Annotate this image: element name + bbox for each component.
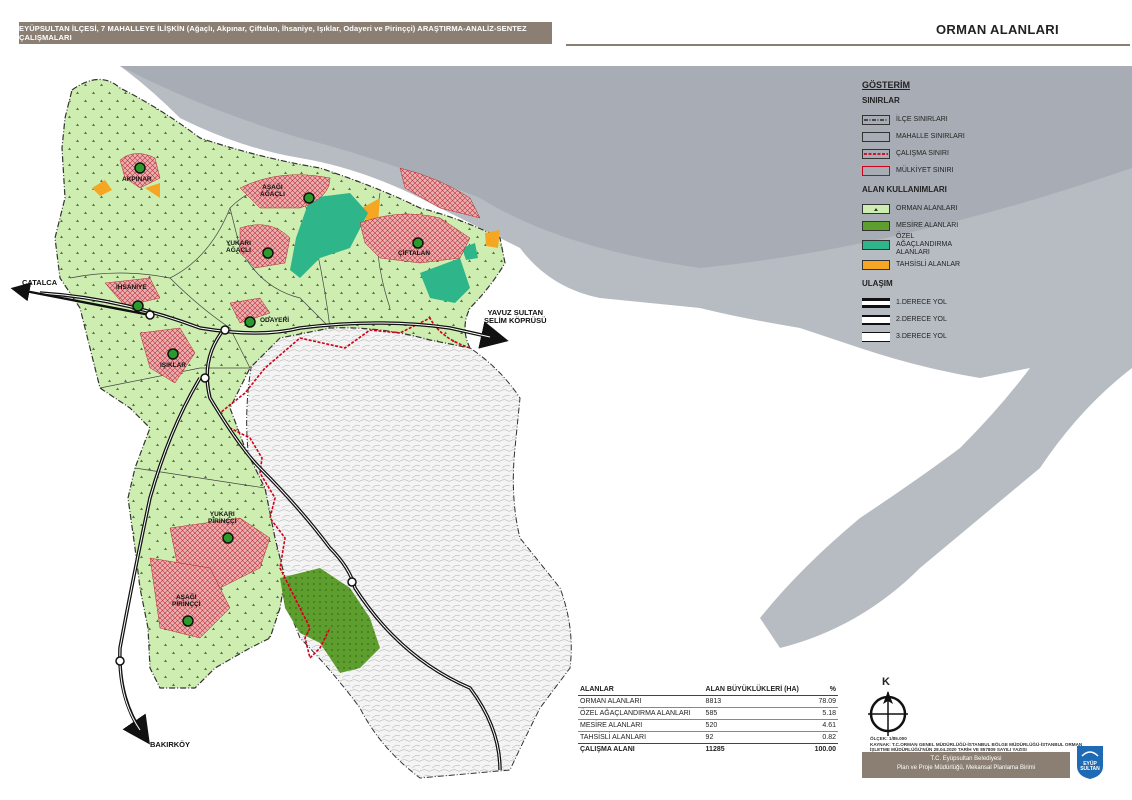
legend-item-road1: 1.DERECE YOL (862, 294, 1062, 311)
stats-header-row: ALANLAR ALAN BÜYÜKLÜKLERİ (HA) % (578, 684, 838, 696)
stats-header-area: ALANLAR (578, 684, 704, 696)
legend-item-property: MÜLKİYET SINIRI (862, 162, 1062, 179)
map-title: ORMAN ALANLARI (936, 22, 1059, 37)
legend-item-district: İLÇE SINIRLARI (862, 111, 1062, 128)
label-akpinar: AKPINAR (122, 176, 152, 183)
allocated-swatch (862, 259, 890, 270)
legend: GÖSTERİM SINIRLAR İLÇE SINIRLARI MAHALLE… (862, 80, 1062, 345)
district-boundary-swatch (862, 114, 890, 125)
stats-row: ÖZEL AĞAÇLANDIRMA ALANLARI 585 5.18 (578, 707, 838, 720)
label-odayeri: ODAYERİ (260, 317, 290, 324)
legend-heading-transport: ULAŞIM (862, 279, 893, 288)
afforestation-swatch (862, 240, 890, 250)
logo-text: EYÜP SULTAN (1080, 761, 1100, 772)
source-note: ÖLÇEK: 1/85.000 KAYNAK: T.C.ORMAN GENEL … (870, 736, 1100, 753)
road2-swatch (862, 314, 890, 325)
footer-line2: Plan ve Proje Müdürlüğü, Mekansal Planla… (896, 765, 1036, 771)
recreation-swatch (862, 220, 890, 231)
compass-icon (868, 691, 908, 736)
label-yavuz-sultan: YAVUZ SULTAN SELİM KÖPRÜSÜ (484, 308, 547, 325)
legend-item-neighborhood: MAHALLE SINIRLARI (862, 128, 1062, 145)
stats-header-pct: % (810, 684, 838, 696)
north-arrow: K (866, 676, 910, 736)
footer-band: T.C. Eyüpsultan Belediyesi Plan ve Proje… (862, 752, 1070, 778)
label-catalca: ÇATALCA (22, 278, 58, 287)
label-ciftalan: ÇİFTALAN (398, 250, 431, 257)
source-text: KAYNAK: T.C.ORMAN GENEL MÜDÜRLÜĞÜ-İSTANB… (870, 741, 1083, 753)
legend-title: GÖSTERİM (862, 80, 911, 90)
map-subtitle-band: EYÜPSULTAN İLÇESİ, 7 MAHALLEYE İLİŞKİN (… (19, 22, 552, 44)
legend-item-allocated: TAHSİSLİ ALANLAR (862, 256, 1062, 273)
stats-header-size: ALAN BÜYÜKLÜKLERİ (HA) (703, 684, 811, 696)
neighborhood-boundary-swatch (862, 131, 890, 142)
property-boundary-swatch (862, 165, 890, 176)
legend-item-forest: ORMAN ALANLARI (862, 200, 1062, 217)
label-isiklar: IŞIKLAR (160, 362, 186, 369)
forest-swatch (862, 203, 890, 214)
terrain-area (246, 320, 572, 779)
label-bakirkoy: BAKIRKÖY (150, 740, 191, 749)
label-yukari-agacli: YUKARI AĞAÇLI (226, 240, 251, 254)
legend-item-road2: 2.DERECE YOL (862, 311, 1062, 328)
legend-heading-boundaries: SINIRLAR (862, 96, 900, 105)
legend-item-study: ÇALIŞMA SINIRI (862, 145, 1062, 162)
stats-total-row: ÇALIŞMA ALANI 11285 100.00 (578, 743, 838, 755)
footer-line1: T.C. Eyüpsultan Belediyesi (930, 756, 1002, 762)
map-subtitle: EYÜPSULTAN İLÇESİ, 7 MAHALLEYE İLİŞKİN (… (19, 24, 527, 42)
label-ihsaniye: İHSANİYE (116, 284, 147, 291)
legend-item-road3: 3.DERECE YOL (862, 328, 1062, 345)
label-asagi-agacli: AŞAĞI AĞAÇLI (260, 184, 285, 198)
legend-item-recreation: MESİRE ALANLARI (862, 217, 1062, 234)
legend-item-afforestation: ÖZEL AĞAÇLANDIRMA ALANLARI (862, 233, 1062, 256)
road3-swatch (862, 331, 890, 342)
label-asagi-pirincci: AŞAĞI PİRİNÇÇİ (172, 594, 201, 608)
stats-table: ALANLAR ALAN BÜYÜKLÜKLERİ (HA) % ORMAN A… (578, 684, 838, 755)
stats-row: ORMAN ALANLARI 8813 78.09 (578, 695, 838, 708)
study-boundary-swatch (862, 148, 890, 159)
municipality-logo: EYÜP SULTAN (1073, 744, 1107, 780)
legend-heading-landuse: ALAN KULLANIMLARI (862, 185, 947, 194)
road1-swatch (862, 297, 890, 308)
area-statistics: ALANLAR ALAN BÜYÜKLÜKLERİ (HA) % ORMAN A… (578, 684, 838, 755)
stats-row: MESİRE ALANLARI 520 4.61 (578, 719, 838, 732)
stats-row: TAHSİSLİ ALANLARI 92 0.82 (580, 734, 836, 741)
label-yukari-pirincci: YUKARI PİRİNÇÇİ (208, 511, 237, 525)
